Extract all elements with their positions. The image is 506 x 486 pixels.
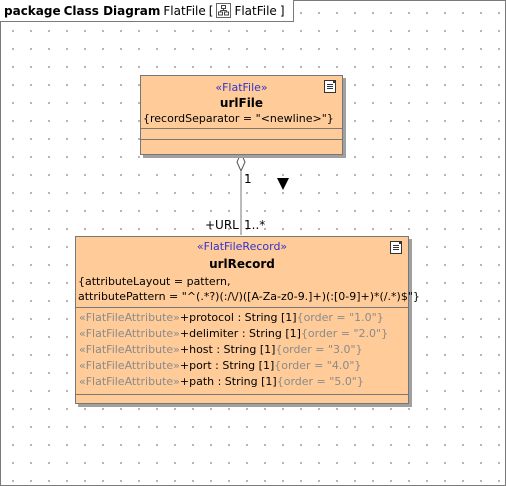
source-multiplicity: 1 (244, 172, 252, 186)
attributes-compartment: «FlatFileAttribute»+protocol : String [1… (76, 307, 408, 394)
class-tagged-values-line1: {attributeLayout = pattern, (78, 275, 231, 288)
class-urlFile[interactable]: «FlatFile» urlFile {recordSeparator = "<… (140, 75, 343, 155)
operations-compartment (76, 394, 408, 403)
class-urlRecord[interactable]: «FlatFileRecord» urlRecord {attributeLay… (75, 236, 420, 404)
class-tagged-values: {recordSeparator = "<newline>"} (143, 112, 334, 125)
aggregation-diamond-icon (236, 151, 246, 173)
attribute-row[interactable]: «FlatFileAttribute»+delimiter : String [… (76, 326, 408, 342)
class-tagged-values-line2: attributePattern = "^(.*?)(:/\/)([A-Za-z… (78, 290, 420, 303)
attribute-row[interactable]: «FlatFileAttribute»+protocol : String [1… (76, 310, 408, 326)
attribute-row[interactable]: «FlatFileAttribute»+path : String [1]{or… (76, 374, 408, 390)
class-stereotype: «FlatFile» (215, 81, 268, 94)
class-note-icon (324, 80, 336, 93)
attributes-compartment (141, 128, 342, 139)
class-stereotype: «FlatFileRecord» (196, 240, 288, 253)
direction-arrow-icon (277, 178, 289, 190)
class-name: urlFile (219, 96, 264, 110)
attribute-row[interactable]: «FlatFileAttribute»+host : String [1]{or… (76, 342, 408, 358)
class-note-icon (390, 241, 402, 254)
operations-compartment (141, 139, 342, 150)
attribute-row[interactable]: «FlatFileAttribute»+port : String [1]{or… (76, 358, 408, 374)
target-role: +URL (205, 218, 239, 232)
target-multiplicity: 1..* (244, 218, 266, 232)
class-name: urlRecord (209, 257, 275, 271)
